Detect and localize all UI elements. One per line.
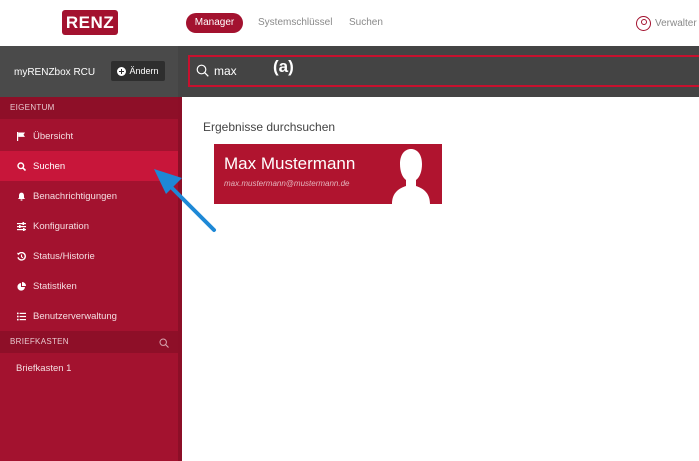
change-box-button[interactable]: Ändern [111, 61, 165, 81]
history-icon [17, 251, 26, 261]
pie-chart-icon [17, 281, 26, 291]
sidebar-item-label: Status/Historie [33, 250, 95, 262]
nav-systemschluessel[interactable]: Systemschlüssel [258, 13, 332, 33]
sidebar-item-label: Konfiguration [33, 220, 89, 232]
search-input[interactable] [214, 62, 274, 80]
annotation-label: (a) [273, 57, 294, 76]
search-icon [17, 161, 26, 171]
flag-icon [17, 131, 25, 141]
mailbox-search-icon[interactable] [159, 338, 169, 348]
result-email: max.mustermann@mustermann.de [224, 179, 350, 188]
result-card[interactable]: Max Mustermann max.mustermann@mustermann… [214, 144, 442, 204]
bell-icon [18, 192, 25, 201]
pointer-arrow-icon [154, 169, 216, 232]
sidebar-item-label: Benutzerverwaltung [33, 310, 117, 322]
sidebar-item-label: Suchen [33, 160, 66, 172]
renz-logo[interactable]: RENZ [62, 10, 118, 35]
user-label: Verwalter [655, 17, 697, 29]
section-briefkasten: BRIEFKASTEN [0, 331, 178, 353]
plus-circle-icon [117, 66, 127, 76]
user-menu[interactable]: Verwalter [636, 11, 697, 35]
section-eigentum: EIGENTUM [0, 97, 178, 119]
sidebar-item-status-historie[interactable]: Status/Historie [0, 241, 178, 271]
sliders-icon [17, 221, 26, 231]
sidebar-item-statistiken[interactable]: Statistiken [0, 271, 178, 301]
sidebar-item-benutzerverwaltung[interactable]: Benutzerverwaltung [0, 301, 178, 331]
user-icon [636, 15, 651, 31]
nav-manager[interactable]: Manager [186, 13, 243, 33]
search-icon [196, 64, 209, 77]
change-box-label: Ändern [129, 66, 159, 76]
top-bar: RENZ Manager Systemschlüssel Suchen Verw… [0, 0, 699, 46]
avatar [380, 144, 442, 204]
result-name: Max Mustermann [224, 154, 356, 173]
sidebar-item-label: Übersicht [33, 130, 74, 142]
sidebar-item-label: Statistiken [33, 280, 77, 292]
nav-suchen[interactable]: Suchen [349, 13, 383, 33]
app-window: RENZ Manager Systemschlüssel Suchen Verw… [0, 0, 699, 461]
box-name: myRENZbox RCU [14, 67, 96, 78]
sidebar-scrollbar[interactable] [178, 97, 182, 461]
sidebar-item-uebersicht[interactable]: Übersicht [0, 121, 178, 151]
page-title: Ergebnisse durchsuchen [203, 120, 336, 134]
list-icon [17, 312, 26, 320]
sidebar-item-label: Benachrichtigungen [33, 190, 117, 202]
mailbox-item[interactable]: Briefkasten 1 [16, 363, 71, 374]
